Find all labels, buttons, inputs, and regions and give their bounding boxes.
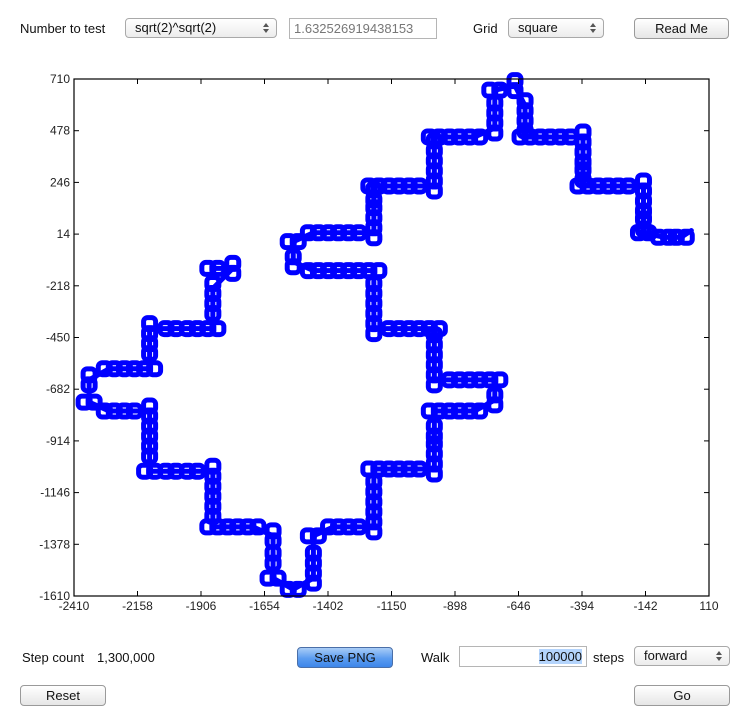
walk-path-line <box>86 83 694 592</box>
direction-select[interactable]: forward <box>634 646 730 666</box>
x-tick-label: -394 <box>570 599 594 613</box>
knot-ring <box>224 264 242 282</box>
knot-ring <box>425 465 443 483</box>
x-tick-label: -1906 <box>186 599 217 613</box>
knot-ring <box>486 396 504 414</box>
x-tick-label: -1654 <box>249 599 280 613</box>
y-tick-label: -450 <box>46 331 70 345</box>
y-tick-label: -1610 <box>39 589 70 603</box>
direction-select-value: forward <box>644 648 688 663</box>
walk-knot <box>224 254 242 282</box>
walk-knot <box>506 72 524 100</box>
reset-button[interactable]: Reset <box>20 685 106 706</box>
y-tick-label: 710 <box>50 72 70 86</box>
walk-path <box>75 72 695 598</box>
x-tick-label: -142 <box>633 599 657 613</box>
y-tick-label: -914 <box>46 434 70 448</box>
step-count-label: Step count <box>22 650 85 665</box>
knot-ring <box>146 360 164 378</box>
knot-ring <box>365 229 383 247</box>
step-count-value: 1,300,000 <box>97 650 155 665</box>
steps-label: steps <box>593 650 625 665</box>
knot-ring <box>209 320 227 338</box>
go-button[interactable]: Go <box>634 685 730 706</box>
y-tick-label: 14 <box>57 227 71 241</box>
y-tick-label: -682 <box>46 382 70 396</box>
knot-ring <box>486 124 504 142</box>
knot-ring <box>425 376 443 394</box>
y-tick-label: 478 <box>50 124 70 138</box>
y-tick-label: -1146 <box>40 486 70 500</box>
knot-ring <box>284 258 302 276</box>
x-tick-label: 110 <box>699 599 718 613</box>
knot-ring <box>304 574 322 592</box>
save-png-button[interactable]: Save PNG <box>297 647 393 668</box>
walk-steps-value: 100000 <box>538 649 582 664</box>
x-tick-label: -1402 <box>313 599 344 613</box>
walk-steps-input[interactable]: 100000 <box>459 646 587 667</box>
x-tick-label: -898 <box>443 599 467 613</box>
knot-ring <box>370 262 388 280</box>
knot-ring <box>365 523 383 541</box>
x-tick-label: -2158 <box>122 599 153 613</box>
walk-knot <box>259 569 287 587</box>
knot-ring <box>491 371 509 389</box>
walk-chart: -2410 -2158 -1906 -1654 -1402 -1150 -898 -646 -3… <box>39 72 719 613</box>
knot-ring <box>365 325 383 343</box>
walk-knot <box>279 580 307 598</box>
x-tick-label: -1150 <box>377 599 407 613</box>
y-tick-label: -218 <box>46 279 70 293</box>
knot-ring <box>677 228 695 246</box>
walk-label: Walk <box>421 650 450 665</box>
chevron-updown-icon <box>716 649 723 663</box>
x-tick-label: -646 <box>506 599 530 613</box>
plot-frame <box>73 78 710 597</box>
y-tick-label: 246 <box>50 175 70 189</box>
y-tick-label: -1378 <box>39 537 70 551</box>
knot-ring <box>425 182 443 200</box>
